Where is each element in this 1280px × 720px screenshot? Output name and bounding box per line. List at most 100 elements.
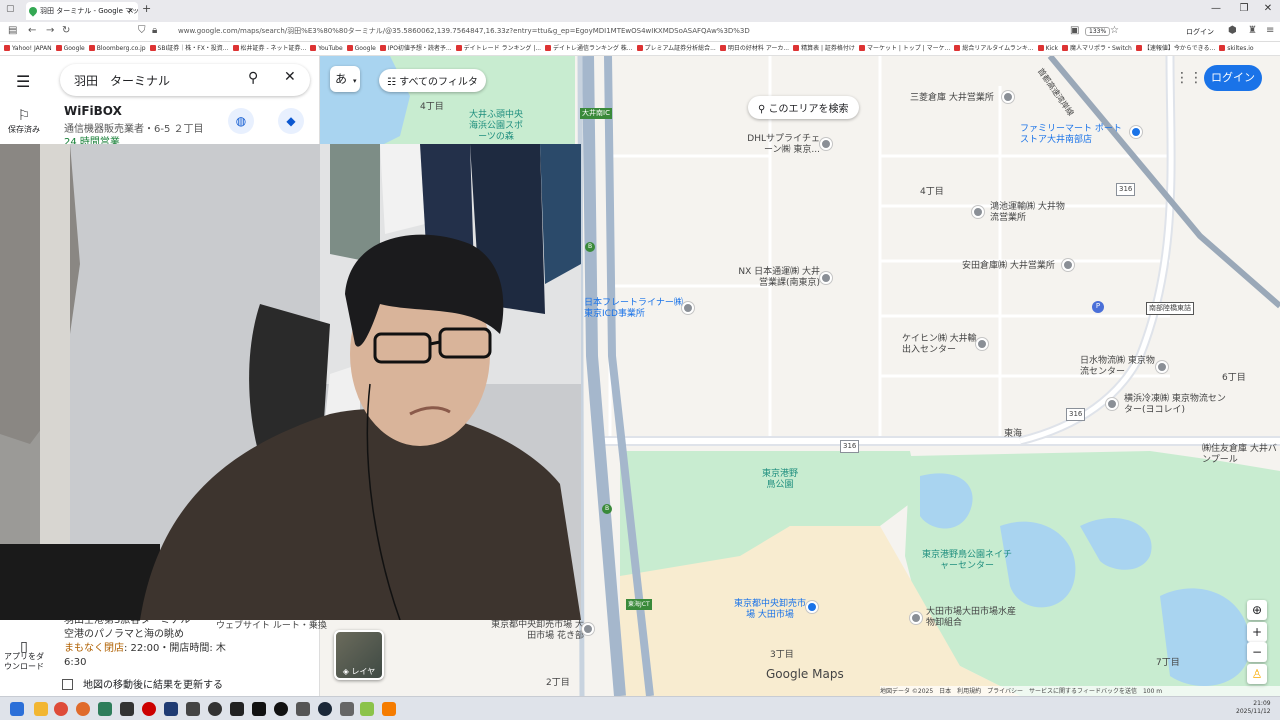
bookmark-item[interactable]: デイトレード ランキング |...: [456, 42, 541, 55]
map-label-mitsubishi[interactable]: 三菱倉庫 大井営業所: [910, 93, 994, 104]
bookmark-item[interactable]: プレミアム証券分析総合...: [637, 42, 716, 55]
poi-nisui-icon[interactable]: [1156, 361, 1168, 373]
bookmark-item[interactable]: 総合リアルタイムランキ...: [954, 42, 1033, 55]
zoom-level-badge[interactable]: 133%: [1085, 27, 1111, 36]
language-toggle-button[interactable]: あ ▾: [330, 66, 360, 92]
bookmark-item[interactable]: デイトレ通信ランキング 株...: [545, 42, 632, 55]
app-icon[interactable]: [382, 702, 396, 716]
url-input[interactable]: www.google.com/maps/search/羽田%E3%80%80ター…: [162, 24, 1062, 39]
saved-button[interactable]: ⚐ 保存済み: [4, 108, 44, 135]
bookmark-item[interactable]: 魔人マリポラ・Switch: [1062, 42, 1132, 55]
bookmark-item[interactable]: Kick: [1038, 42, 1058, 55]
app-icon[interactable]: [252, 702, 266, 716]
bookmark-item[interactable]: skiltes.io: [1219, 42, 1253, 55]
app-icon[interactable]: [208, 702, 222, 716]
bookmark-item[interactable]: 松井証券 - ネット証券...: [233, 42, 307, 55]
poi-ota-fish-icon[interactable]: [910, 612, 922, 624]
map-label-yacho-park[interactable]: 東京港野鳥公園: [760, 469, 800, 491]
taskbar-clock[interactable]: 21:09 2025/11/12: [1236, 700, 1271, 716]
bookmark-item[interactable]: YouTube: [310, 42, 342, 55]
directions-icon[interactable]: ◆: [278, 108, 304, 134]
reload-button[interactable]: ↻: [62, 25, 70, 36]
account-login-button[interactable]: ログイン: [1186, 27, 1214, 37]
poi-konoike-icon[interactable]: [972, 206, 984, 218]
update-on-move-checkbox[interactable]: 地図の移動後に結果を更新する: [62, 676, 223, 691]
firefox-icon[interactable]: [76, 702, 90, 716]
checkbox-icon[interactable]: [62, 679, 73, 690]
search-input[interactable]: 羽田 ターミナル: [74, 72, 170, 89]
map-label-dhl[interactable]: DHLサプライチェーン㈱ 東京...: [740, 134, 820, 156]
map-label-sumitomo[interactable]: ㈱住友倉庫 大井バンプール: [1202, 444, 1278, 466]
bookmark-item[interactable]: Google: [347, 42, 376, 55]
close-icon[interactable]: ✕: [284, 69, 296, 85]
tab-google-maps[interactable]: 羽田 ターミナル - Google マップ ×: [26, 2, 138, 20]
bookmark-item[interactable]: Yahoo! JAPAN: [4, 42, 52, 55]
map-label-yokorei[interactable]: 横浜冷凍㈱ 東京物流センター(ヨコレイ): [1124, 394, 1234, 416]
zoom-in-button[interactable]: +: [1247, 622, 1267, 642]
map-label-keihin[interactable]: ケイヒン㈱ 大井輸出入センター: [902, 334, 982, 356]
menu-icon[interactable]: ☰: [16, 72, 30, 91]
bookmark-item[interactable]: SBI証券｜株・FX・投資...: [150, 42, 229, 55]
sidebar-toggle-icon[interactable]: ▢: [6, 4, 15, 14]
app-icon[interactable]: [120, 702, 134, 716]
app-icon[interactable]: [164, 702, 178, 716]
map-label-nisui[interactable]: 日水物流㈱ 東京物流センター: [1080, 356, 1160, 378]
search-this-area-button[interactable]: ⚲ このエリアを検索: [748, 96, 859, 119]
poi-dhl-icon[interactable]: [820, 138, 832, 150]
file-explorer-icon[interactable]: [34, 702, 48, 716]
start-icon[interactable]: [10, 702, 24, 716]
window-maximize-button[interactable]: ❐: [1234, 3, 1254, 14]
window-minimize-button[interactable]: —: [1206, 3, 1226, 14]
chrome-icon[interactable]: [54, 702, 68, 716]
app-download-button[interactable]: ▯ アプリをダウンロード: [2, 640, 46, 672]
tab-close-icon[interactable]: ×: [127, 2, 134, 20]
pegman-icon[interactable]: ♙: [1247, 664, 1267, 684]
extension2-icon[interactable]: ♜: [1248, 25, 1257, 36]
parking-icon[interactable]: P: [1092, 301, 1104, 313]
map-label-flower-market[interactable]: 東京都中央卸売市場 大田市場 花き部: [490, 620, 584, 642]
map-label-yacho-nature[interactable]: 東京港野鳥公園ネイチャーセンター: [920, 550, 1014, 572]
result2-route-button[interactable]: ルート・乗換: [273, 621, 327, 631]
poi-keihin-icon[interactable]: [976, 338, 988, 350]
website-globe-icon[interactable]: ◍: [228, 108, 254, 134]
bookmark-item[interactable]: Bloomberg.co.jp: [89, 42, 146, 55]
search-box[interactable]: 羽田 ターミナル ⚲ ✕: [60, 64, 310, 96]
poi-ota-market-icon[interactable]: [806, 601, 818, 613]
all-filters-button[interactable]: ☷ すべてのフィルタ: [379, 69, 486, 92]
app-icon[interactable]: [98, 702, 112, 716]
map-label-familymart[interactable]: ファミリーマート ポートストア大井南部店: [1020, 124, 1130, 146]
map-label-nx[interactable]: NX 日本通運㈱ 大井営業課(南東京): [730, 267, 820, 289]
new-tab-button[interactable]: +: [142, 2, 151, 15]
app-icon[interactable]: [360, 702, 374, 716]
poi-yokorei-icon[interactable]: [1106, 398, 1118, 410]
poi-jrf-icon[interactable]: [682, 302, 694, 314]
shield-icon[interactable]: ⛉: [138, 25, 146, 36]
map-label-ota-fish[interactable]: 大田市場大田市場水産物卸組合: [926, 607, 1016, 629]
map-footer[interactable]: 地図データ ©2025 日本 利用規約 プライバシー サービスに関するフィードバ…: [880, 686, 1280, 696]
search-icon[interactable]: ⚲: [248, 70, 258, 86]
map-label-jrf[interactable]: 日本フレートライナー㈱ 東京ICD事業所: [584, 298, 684, 320]
layers-button[interactable]: ◈ レイヤ: [334, 630, 384, 680]
bookmark-item[interactable]: 明日の好材料 アーカ...: [720, 42, 789, 55]
map-label-konoike[interactable]: 鴻池運輸㈱ 大井物流営業所: [990, 202, 1070, 224]
login-button[interactable]: ログイン: [1204, 65, 1262, 91]
menu-hamburger-icon[interactable]: ≡: [1266, 25, 1274, 36]
app-icon[interactable]: [186, 702, 200, 716]
zoom-out-button[interactable]: −: [1247, 642, 1267, 662]
terminal-icon[interactable]: [230, 702, 244, 716]
result2-website-button[interactable]: ウェブサイト: [216, 621, 270, 631]
map-label-ota-market[interactable]: 東京都中央卸売市場 大田市場: [730, 599, 810, 621]
bookmark-item[interactable]: 精算表 | 証券格付け: [793, 42, 855, 55]
bookmark-star-icon[interactable]: ☆: [1110, 25, 1119, 36]
poi-familymart-icon[interactable]: [1130, 126, 1142, 138]
forward-button[interactable]: →: [46, 25, 54, 36]
window-close-button[interactable]: ✕: [1258, 3, 1278, 14]
record-icon[interactable]: [142, 702, 156, 716]
back-button[interactable]: ←: [28, 25, 36, 36]
app-icon[interactable]: [296, 702, 310, 716]
app-icon[interactable]: [340, 702, 354, 716]
bookmark-item[interactable]: Google: [56, 42, 85, 55]
poi-mitsubishi-icon[interactable]: [1002, 91, 1014, 103]
my-location-icon[interactable]: ⊕: [1247, 600, 1267, 620]
result-title[interactable]: WiFiBOX: [64, 104, 122, 118]
